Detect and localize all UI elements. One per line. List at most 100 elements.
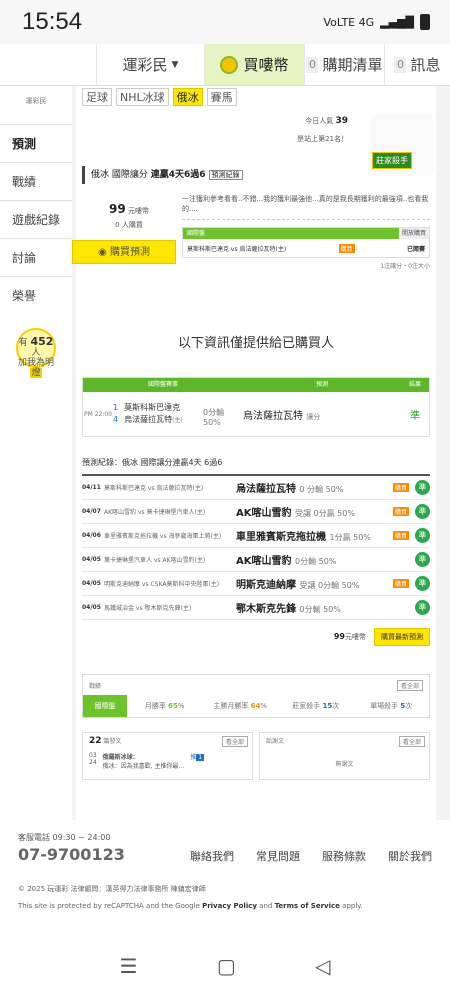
history-line: 1分贏 50% — [329, 533, 371, 542]
list-item[interactable]: 03 24 俄羅斯冰球： 俄冰：因為我喜歡, 主推你最... 推1 — [89, 752, 246, 770]
history-buy-tag: 購買 — [392, 579, 409, 588]
prediction-table: 國際盤賽事 預測 結果 PM 22:00 1 莫斯科斯巴達克 4 烏法薩拉瓦特(主)… — [82, 377, 430, 437]
col-pred: 預測 — [315, 381, 328, 388]
buy-prediction-button[interactable]: ◉ 購買預測 — [72, 240, 176, 264]
tab-nhl[interactable]: NHL冰球 — [116, 88, 169, 106]
price-unit: 元嘍幣 — [127, 207, 149, 215]
brand-label: 運彩民 — [122, 56, 168, 74]
history-match: 明斯克迪納摩 vs CSKA莫斯科中央陸軍(主) — [104, 581, 220, 588]
terms-link[interactable]: Terms of Service — [275, 902, 340, 910]
streak-label: 連贏4天6過6 — [150, 170, 206, 180]
system-nav: ☰ ▢ ◁ — [0, 932, 450, 1000]
history-line: 0分輸 50% — [294, 557, 337, 566]
main-panel: 足球 NHL冰球 俄冰 賽馬 今日人氣 39 昰站上第21名！ 莊家殺手 俄冰 … — [72, 86, 436, 820]
schedule-button[interactable]: 0 購期清單 — [304, 44, 384, 85]
sidebar-item-game-log[interactable]: 遊戲紀錄 — [0, 200, 72, 238]
record-all-button[interactable]: 看全部 — [396, 679, 423, 691]
popularity-value: 39 — [335, 116, 348, 126]
caret-down-icon: ▼ — [171, 59, 179, 70]
tab-horse[interactable]: 賽馬 — [206, 88, 237, 106]
brand-menu[interactable]: 運彩民 ▼ — [96, 44, 204, 85]
history-buy-tag: 購買 — [392, 507, 409, 516]
history-match: AK喀山雪豹 vs 莫卡捷琳堡汽車人(主) — [104, 509, 206, 516]
posts-all-button[interactable]: 看全部 — [221, 736, 248, 747]
sidebar-item-record[interactable]: 戰績 — [0, 162, 72, 200]
copyright: © 2025 玩運彩 法律顧問：漢英得力法律事務所 陳鎮宏律師 — [18, 885, 206, 893]
record-panel: 戰績 看全部 國際盤 月勝率 65% 主勝月勝率 64% 莊家殺手 15次 單場殺… — [82, 674, 430, 718]
history-match: 葉卡捷琳堡汽車人 vs AK喀山雪豹(主) — [104, 557, 206, 564]
buyers-count: 0 人購買 — [115, 221, 143, 229]
buy-latest-row: 99元嘍幣 購買最新預測 — [82, 628, 430, 646]
link-faq[interactable]: 常見問題 — [256, 848, 300, 864]
tab-soccer[interactable]: 足球 — [82, 88, 112, 106]
buy-latest-button[interactable]: 購買最新預測 — [374, 628, 430, 646]
lightbulb-icon: 有 452 人加我為明燈 — [16, 328, 56, 378]
content-area: 運彩民 預測 戰績 遊戲紀錄 討論 榮譽 有 452 人加我為明燈 足球 NHL… — [0, 86, 450, 820]
history-result: 準 — [415, 600, 430, 615]
sidebar-item-predict[interactable]: 預測 — [0, 124, 72, 162]
help-unit: 人 — [31, 347, 41, 358]
status-icons: VoLTE 4G ▂▄▆█ — [323, 14, 430, 30]
record-link[interactable]: 預測紀錄 — [208, 170, 243, 180]
mini-buy-tag: 購買 — [338, 243, 355, 253]
back-icon[interactable]: ◁ — [315, 954, 330, 978]
line-pct: 50% — [203, 418, 221, 427]
link-contact[interactable]: 聯絡我們 — [190, 848, 234, 864]
battery-icon — [420, 14, 430, 30]
history-date: 04/07 — [82, 508, 101, 515]
history-row: 04/05 馬鐵城冶金 vs 鄂木斯克先鋒(主) 鄂木斯克先鋒 0分輸 50% 準 — [82, 596, 430, 620]
replies-box: 詬謝文 看全部 無謝文 — [259, 732, 430, 780]
pred-team: 烏法薩拉瓦特 — [243, 410, 303, 422]
footer-links: 聯絡我們 常見問題 服務條款 關於我們 — [190, 848, 432, 864]
menu-icon[interactable]: ☰ — [120, 954, 138, 978]
schedule-label: 購期清單 — [322, 56, 383, 74]
popularity-label: 今日人氣 — [305, 117, 334, 125]
link-terms[interactable]: 服務條款 — [322, 848, 366, 864]
match-time: PM 22:00 — [84, 410, 112, 418]
messages-count: 0 — [394, 56, 407, 73]
replies-all-button[interactable]: 看全部 — [398, 736, 425, 747]
status-time: 15:54 — [22, 8, 83, 35]
coin-icon — [220, 55, 239, 74]
post-title: 俄羅斯冰球： — [102, 754, 139, 761]
history-result: 準 — [415, 576, 430, 591]
result-label: 準 — [410, 410, 420, 422]
open-buy-button[interactable]: 開放購買 — [398, 228, 429, 239]
col-match: 國際盤賽事 — [147, 381, 178, 388]
history-match: 莫斯科斯巴達克 vs 烏法薩拉瓦特(主) — [104, 485, 204, 492]
price-value: 99 — [109, 202, 126, 216]
history-line: 受讓 0分贏 50% — [294, 509, 355, 518]
service-hours: 客服電話 09:30 ~ 24:00 — [18, 833, 111, 842]
history-result: 準 — [415, 552, 430, 567]
buy-coins-button[interactable]: 買嘍幣 — [204, 44, 304, 85]
privacy-link[interactable]: Privacy Policy — [202, 902, 257, 910]
pick-description: 一注獲利參考看看..不錯...我的獲利最強他...真的是我長期獲利的最強項..也… — [182, 194, 430, 220]
lightbulb-button[interactable]: 有 452 人加我為明燈 — [0, 328, 72, 378]
rank-text: 昰站上第21名！ — [297, 135, 348, 143]
killer-tag: 莊家殺手 — [372, 152, 412, 169]
history-row: 04/05 明斯克迪納摩 vs CSKA莫斯科中央陸軍(主) 明斯克迪納摩 受讓 0… — [82, 572, 430, 596]
tab-khl[interactable]: 俄冰 — [172, 88, 203, 106]
home-icon[interactable]: ▢ — [217, 954, 236, 978]
schedule-count: 0 — [306, 56, 319, 73]
history-match: 馬鐵城冶金 vs 鄂木斯克先鋒(主) — [104, 605, 192, 612]
history-result: 準 — [415, 528, 430, 543]
sidebar-item-discuss[interactable]: 討論 — [0, 238, 72, 276]
help-prefix: 有 — [18, 338, 28, 348]
help-count: 452 — [30, 335, 54, 348]
main-winrate: 64 — [250, 702, 261, 710]
mini-match: 莫斯科斯巴達克 vs 烏法薩拉瓦特(主) — [187, 245, 287, 253]
latest-unit: 元嘍幣 — [345, 633, 366, 641]
history-result: 準 — [415, 480, 430, 495]
history-line: 0分輸 50% — [299, 605, 341, 614]
record-tab[interactable]: 國際盤 — [83, 695, 127, 717]
link-about[interactable]: 關於我們 — [388, 848, 432, 864]
messages-button[interactable]: 0 訊息 — [384, 44, 450, 85]
history-pick: 明斯克迪納摩 — [236, 580, 296, 591]
pick-card: 99 元嘍幣 0 人購買 ◉ 購買預測 一注獲利參考看看..不錯...我的獲利最… — [72, 194, 430, 270]
service-phone[interactable]: 07-9700123 — [18, 845, 125, 864]
line-value: 0分輸 — [203, 408, 225, 417]
buy-coins-label: 買嘍幣 — [243, 56, 289, 74]
league-label: 俄冰 國際讓分 — [91, 170, 148, 180]
sidebar-item-honor[interactable]: 榮譽 — [0, 276, 72, 314]
